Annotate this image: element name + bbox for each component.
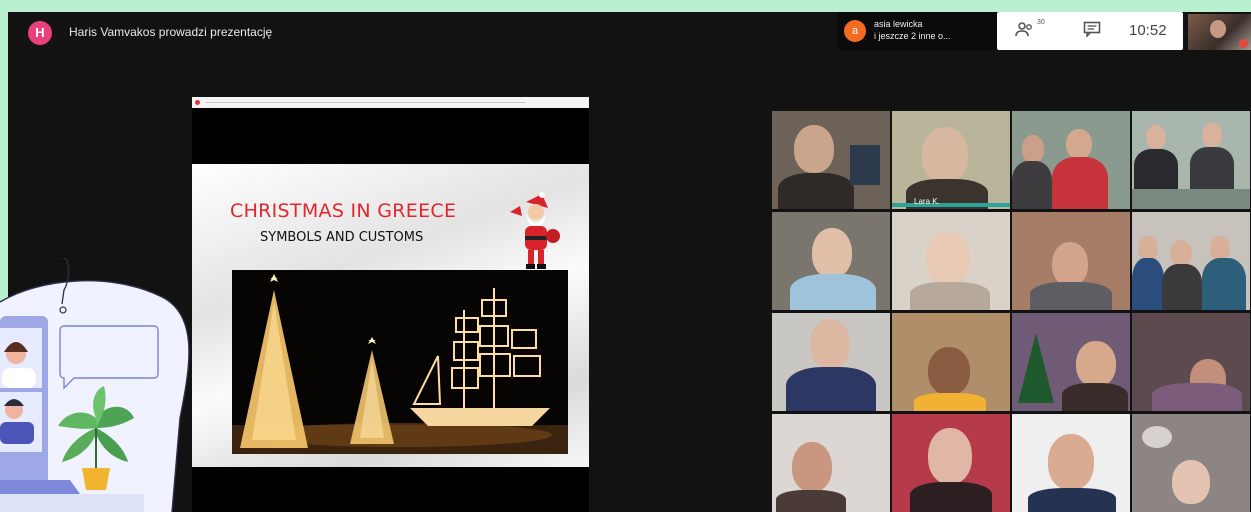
participant-tile[interactable] xyxy=(772,313,890,411)
slide-title: CHRISTMAS IN GREECE xyxy=(230,200,457,222)
participant-tile[interactable] xyxy=(1012,414,1130,512)
video-call-illustration xyxy=(0,258,190,512)
santa-illustration xyxy=(510,192,560,269)
chat-icon[interactable] xyxy=(1083,21,1101,42)
christmas-lights-photo xyxy=(232,270,568,454)
participant-avatar: a xyxy=(844,20,866,42)
participant-tile[interactable] xyxy=(772,111,890,209)
participants-indicator[interactable]: a asia lewicka i jeszcze 2 inne o... xyxy=(838,12,998,50)
self-view-person xyxy=(1210,20,1226,38)
people-icon[interactable] xyxy=(1015,21,1035,44)
participant-tile[interactable] xyxy=(1012,212,1130,310)
shared-screen: CHRISTMAS IN GREECE SYMBOLS AND CUSTOMS xyxy=(192,97,589,512)
participant-tile[interactable] xyxy=(1012,111,1130,209)
shared-window-titlebar xyxy=(192,97,589,108)
slide-subtitle: SYMBOLS AND CUSTOMS xyxy=(260,230,424,245)
people-count: 30 xyxy=(1037,19,1045,26)
self-view-badge xyxy=(1239,39,1248,48)
top-bar: H Haris Vamvakos prowadzi prezentację a … xyxy=(8,12,1251,52)
participant-tile[interactable] xyxy=(1132,212,1250,310)
participant-tile[interactable] xyxy=(772,414,890,512)
participants-text: asia lewicka i jeszcze 2 inne o... xyxy=(874,18,951,42)
presenter-avatar: H xyxy=(28,21,52,45)
participant-tile[interactable] xyxy=(892,414,1010,512)
participant-name-label: Lara K. xyxy=(914,197,940,206)
participant-others: i jeszcze 2 inne o... xyxy=(874,31,951,41)
participant-tile[interactable]: Lara K. xyxy=(892,111,1010,209)
participant-grid: Lara K. xyxy=(772,111,1251,512)
self-view[interactable] xyxy=(1188,14,1251,50)
participant-tile[interactable] xyxy=(1012,313,1130,411)
clock: 10:52 xyxy=(1129,22,1167,39)
presenter-banner: Haris Vamvakos prowadzi prezentację xyxy=(69,25,273,39)
participant-tile[interactable] xyxy=(892,212,1010,310)
participant-tile[interactable] xyxy=(1132,111,1250,209)
participant-name: asia lewicka xyxy=(874,19,923,29)
participant-tile[interactable] xyxy=(1132,313,1250,411)
participant-tile[interactable] xyxy=(1132,414,1250,512)
presentation-slide: CHRISTMAS IN GREECE SYMBOLS AND CUSTOMS xyxy=(192,164,589,467)
meeting-controls: 30 10:52 xyxy=(997,12,1183,50)
participant-tile[interactable] xyxy=(772,212,890,310)
participant-tile[interactable] xyxy=(892,313,1010,411)
